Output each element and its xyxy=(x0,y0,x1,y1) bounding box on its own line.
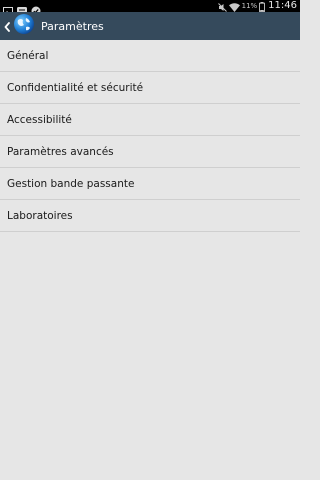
settings-item-advanced[interactable]: Paramètres avancés xyxy=(0,136,300,168)
settings-item-accessibility[interactable]: Accessibilité xyxy=(0,104,300,136)
settings-item-bandwidth[interactable]: Gestion bande passante xyxy=(0,168,300,200)
settings-item-labs[interactable]: Laboratoires xyxy=(0,200,300,232)
settings-item-general[interactable]: Général xyxy=(0,40,300,72)
status-bar: 11% 11:46 xyxy=(0,0,300,16)
system-status: 11% 11:46 xyxy=(217,0,297,12)
clock: 11:46 xyxy=(268,0,297,11)
action-bar: Paramètres xyxy=(0,12,300,40)
page-title: Paramètres xyxy=(41,19,104,33)
settings-list: Général Confidentialité et sécurité Acce… xyxy=(0,40,300,232)
up-navigation-button[interactable] xyxy=(0,12,37,40)
back-chevron-icon xyxy=(4,17,10,36)
globe-app-icon xyxy=(13,13,35,39)
settings-item-privacy-security[interactable]: Confidentialité et sécurité xyxy=(0,72,300,104)
battery-percent: 11% xyxy=(241,2,258,10)
